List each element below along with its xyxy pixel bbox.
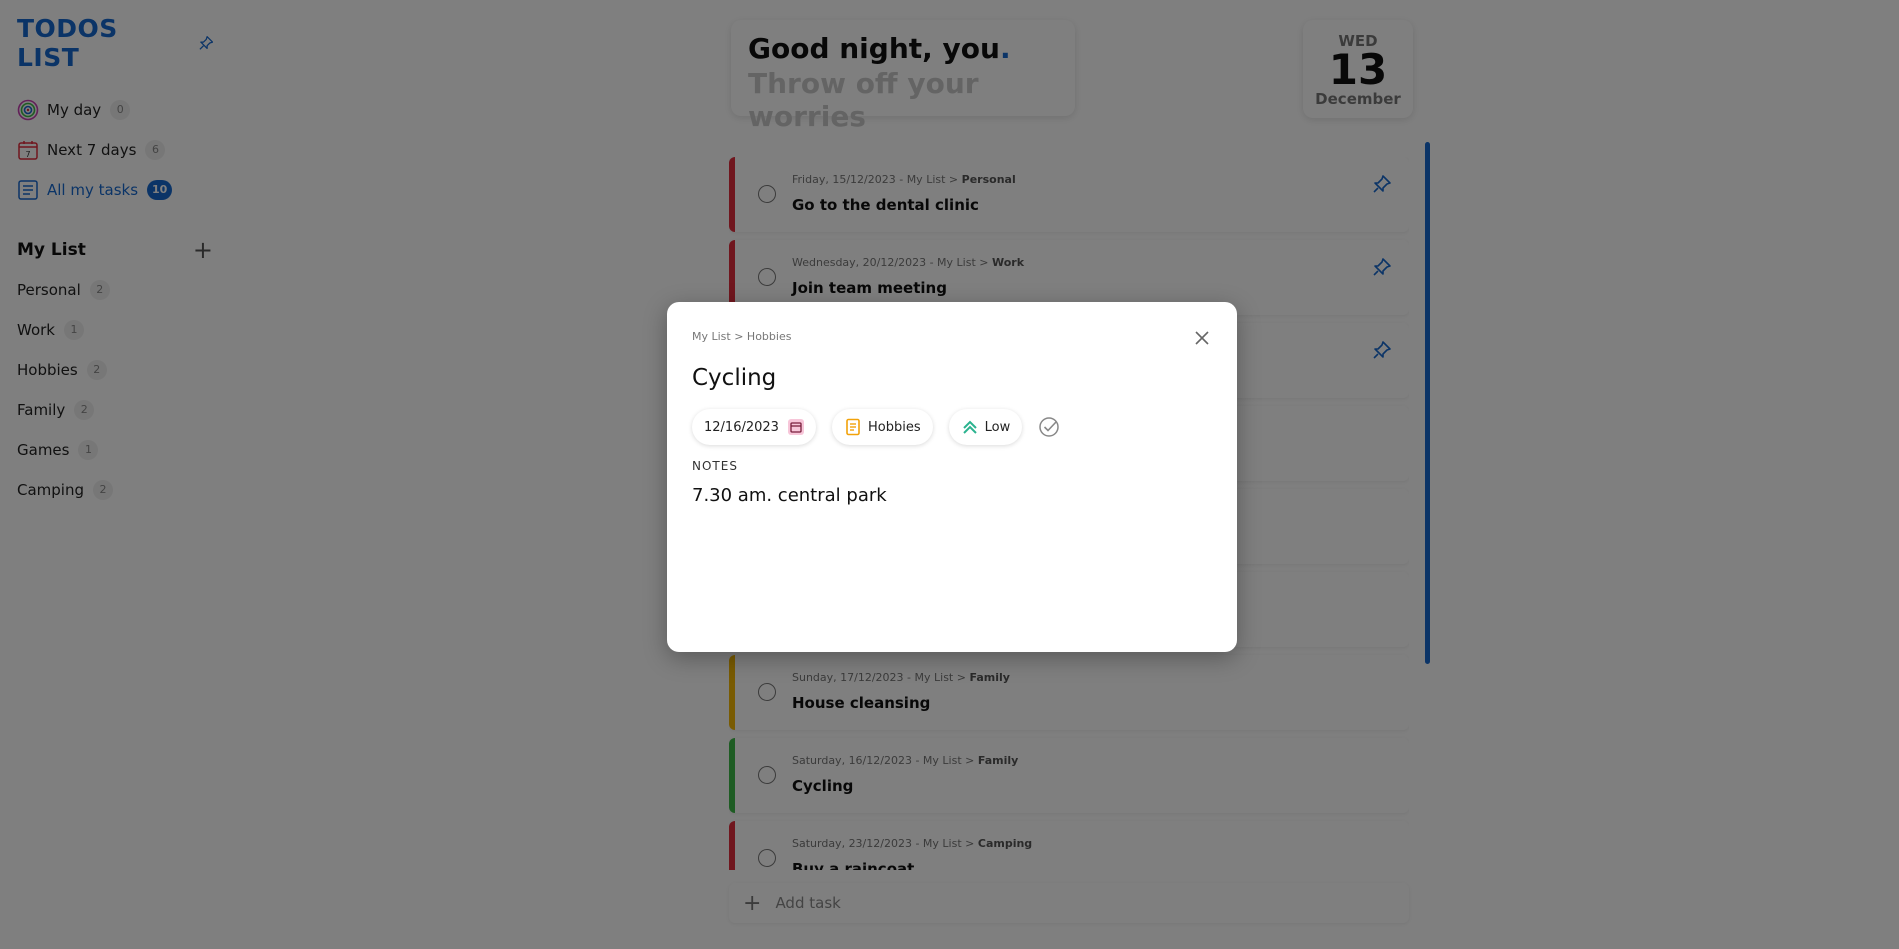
task-properties: 12/16/2023 Hobbies Low <box>692 409 1212 445</box>
priority-chip[interactable]: Low <box>948 409 1023 445</box>
complete-check-icon[interactable] <box>1038 416 1060 438</box>
priority-label: Low <box>984 419 1011 435</box>
list-chip[interactable]: Hobbies <box>832 409 933 445</box>
breadcrumb: My List > Hobbies <box>692 330 792 343</box>
calendar-icon[interactable] <box>788 419 804 435</box>
priority-chevrons-icon <box>962 420 977 434</box>
date-picker[interactable]: 12/16/2023 <box>692 409 816 445</box>
notebook-icon <box>846 418 860 436</box>
task-title[interactable]: Cycling <box>692 365 1212 391</box>
task-detail-modal: My List > Hobbies Cycling 12/16/2023 Hob… <box>667 302 1237 652</box>
notes-label: NOTES <box>692 459 738 473</box>
notes-text[interactable]: 7.30 am. central park <box>692 485 1212 506</box>
list-chip-label: Hobbies <box>868 419 921 435</box>
close-icon[interactable] <box>1192 328 1212 348</box>
date-value: 12/16/2023 <box>704 419 779 435</box>
